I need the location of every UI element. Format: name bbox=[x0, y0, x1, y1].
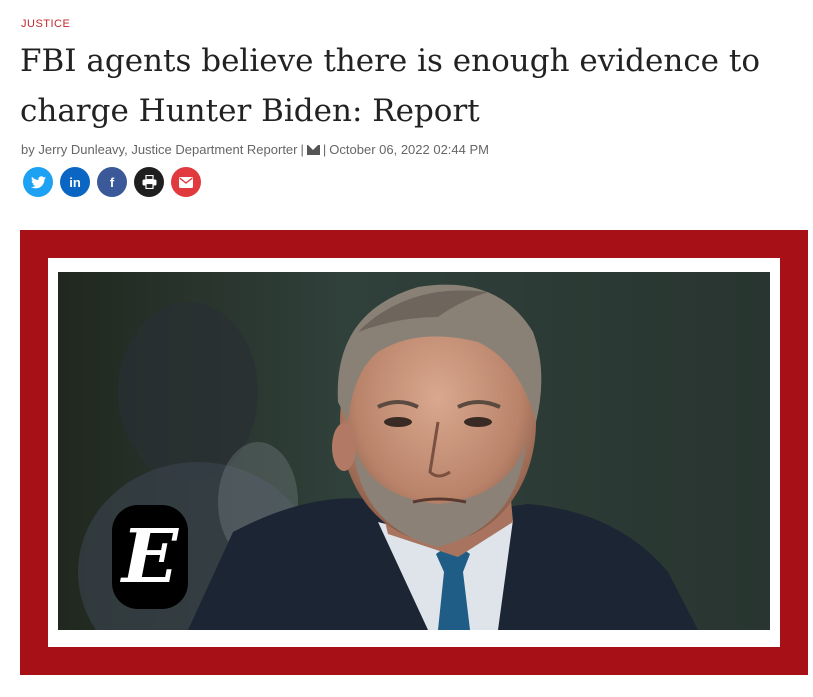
linkedin-share-button[interactable]: in bbox=[60, 167, 90, 197]
byline: by Jerry Dunleavy, Justice Department Re… bbox=[21, 142, 489, 157]
byline-separator: | bbox=[300, 142, 304, 157]
email-share-button[interactable] bbox=[171, 167, 201, 197]
article-headline: FBI agents believe there is enough evide… bbox=[20, 43, 761, 129]
linkedin-icon: in bbox=[69, 174, 81, 190]
byline-separator: | bbox=[322, 142, 327, 157]
byline-prefix: by bbox=[21, 142, 35, 157]
author-link[interactable]: Jerry Dunleavy, Justice Department Repor… bbox=[38, 142, 297, 157]
facebook-share-button[interactable]: f bbox=[97, 167, 127, 197]
publish-date: October 06, 2022 02:44 PM bbox=[329, 142, 489, 157]
email-icon bbox=[179, 176, 193, 188]
hero-photo[interactable]: E bbox=[58, 272, 770, 630]
logo-letter: E bbox=[121, 514, 179, 600]
twitter-share-button[interactable] bbox=[23, 167, 53, 197]
section-label[interactable]: JUSTICE bbox=[21, 18, 70, 30]
twitter-icon bbox=[30, 175, 46, 188]
email-author-icon[interactable] bbox=[306, 144, 320, 155]
facebook-icon: f bbox=[109, 174, 115, 190]
print-icon bbox=[142, 175, 156, 189]
share-buttons: in f bbox=[23, 167, 201, 197]
washington-examiner-logo: E bbox=[112, 505, 188, 609]
hero-image-frame: E bbox=[20, 230, 808, 675]
print-button[interactable] bbox=[134, 167, 164, 197]
hero-image-mat: E bbox=[48, 258, 780, 647]
